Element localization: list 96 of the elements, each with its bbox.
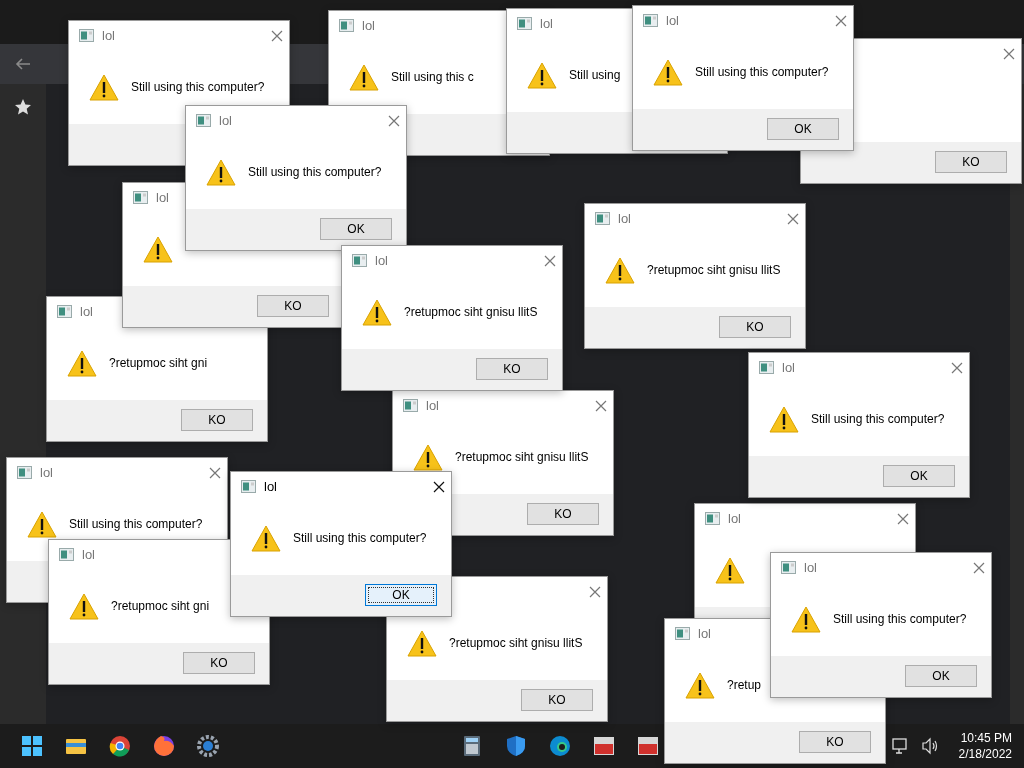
toolbox-icon[interactable] [636, 734, 660, 758]
window-title: lol [375, 252, 388, 271]
warning-icon [407, 629, 437, 657]
warning-icon [715, 556, 745, 584]
dialog-button[interactable]: KO [476, 358, 548, 381]
message-text: ?retupmoc siht gni [111, 598, 210, 616]
app-icon [675, 627, 690, 641]
app-icon [59, 548, 74, 562]
window-title: lol [102, 27, 115, 46]
app-icon [196, 114, 211, 128]
clock-date[interactable]: 2/18/2022 [958, 746, 1012, 762]
dialog-button[interactable]: KO [257, 295, 329, 318]
warning-icon [791, 605, 821, 633]
warning-icon [69, 592, 99, 620]
warning-icon [527, 61, 557, 89]
edge-browser-icon[interactable] [548, 734, 572, 758]
dialog-button[interactable]: OK [905, 665, 977, 688]
window-title: lol [82, 546, 95, 565]
app-icon [79, 29, 94, 43]
message-text: ?retupmoc siht gnisu llitS [449, 635, 583, 653]
window-title: lol [804, 559, 817, 578]
window-title: lol [80, 303, 93, 322]
message-text: ?retupmoc siht gnisu llitS [647, 262, 781, 280]
dialog-button[interactable]: KO [521, 689, 593, 712]
warning-icon [653, 58, 683, 86]
app-icon [133, 191, 148, 205]
fox-browser-icon[interactable] [152, 734, 176, 758]
warning-icon [89, 73, 119, 101]
message-text: Still using this computer? [293, 530, 427, 548]
dialog-button[interactable]: OK [767, 118, 839, 141]
app-icon [241, 480, 256, 494]
window-title: lol [362, 17, 375, 36]
clock-time[interactable]: 10:45 PM [960, 730, 1012, 746]
close-icon[interactable] [433, 480, 445, 493]
window-title: lol [728, 510, 741, 529]
app-icon [339, 19, 354, 33]
dialog-button[interactable]: KO [183, 652, 255, 675]
toolbox-icon[interactable] [592, 734, 616, 758]
message-text: Still using this computer? [69, 516, 203, 534]
window-title: lol [782, 359, 795, 378]
app-icon [403, 399, 418, 413]
message-text: ?retupmoc siht gni [109, 355, 208, 373]
dialog-button[interactable]: OK [365, 584, 437, 607]
gear-icon[interactable] [196, 734, 220, 758]
browser-icon[interactable] [108, 734, 132, 758]
start-icon[interactable] [20, 734, 44, 758]
warning-icon [605, 256, 635, 284]
app-icon [57, 305, 72, 319]
warning-icon [67, 349, 97, 377]
speaker-icon[interactable] [920, 737, 939, 755]
warning-icon [685, 671, 715, 699]
warning-icon [769, 405, 799, 433]
window-title: lol [264, 478, 277, 497]
dialog-button[interactable]: KO [719, 316, 791, 339]
app-icon [17, 466, 32, 480]
dialog-button[interactable]: KO [527, 503, 599, 526]
message-text: Still using this c [391, 69, 474, 87]
window-title: lol [219, 112, 232, 131]
message-text: Still using this computer? [833, 611, 967, 629]
window-title: lol [156, 189, 169, 208]
window-title: lol [426, 397, 439, 416]
message-text: Still using this computer? [248, 164, 382, 182]
network-icon[interactable] [890, 737, 909, 755]
message-text: Still using this computer? [131, 79, 265, 97]
window-title: lol [698, 625, 711, 644]
warning-icon [362, 298, 392, 326]
app-icon [643, 14, 658, 28]
message-text: ?retup [727, 677, 762, 695]
app-icon [781, 561, 796, 575]
warning-icon [349, 63, 379, 91]
dialog-button[interactable]: KO [181, 409, 253, 432]
message-text: ?retupmoc siht gnisu llitS [404, 304, 538, 322]
warning-icon [143, 235, 173, 263]
dialog-button[interactable]: KO [799, 731, 871, 754]
message-text: ?retupmoc siht gnisu llitS [455, 449, 589, 467]
message-text: Still using [569, 67, 621, 85]
shield-icon[interactable] [504, 734, 528, 758]
warning-icon [251, 524, 281, 552]
window-title: lol [618, 210, 631, 229]
star-icon[interactable] [14, 98, 32, 116]
message-text: Still using this computer? [811, 411, 945, 429]
dialog-button[interactable]: KO [935, 151, 1007, 174]
window-title: lol [540, 15, 553, 34]
app-icon [759, 361, 774, 375]
dialog-button[interactable]: OK [883, 465, 955, 488]
dialog-button[interactable]: OK [320, 218, 392, 241]
warning-icon [413, 443, 443, 471]
message-text: Still using this computer? [695, 64, 829, 82]
window-title: lol [40, 464, 53, 483]
app-icon [517, 17, 532, 31]
app-icon [595, 212, 610, 226]
warning-icon [206, 158, 236, 186]
window-title: lol [666, 12, 679, 31]
app-icon [705, 512, 720, 526]
warning-icon [27, 510, 57, 538]
app-icon [352, 254, 367, 268]
